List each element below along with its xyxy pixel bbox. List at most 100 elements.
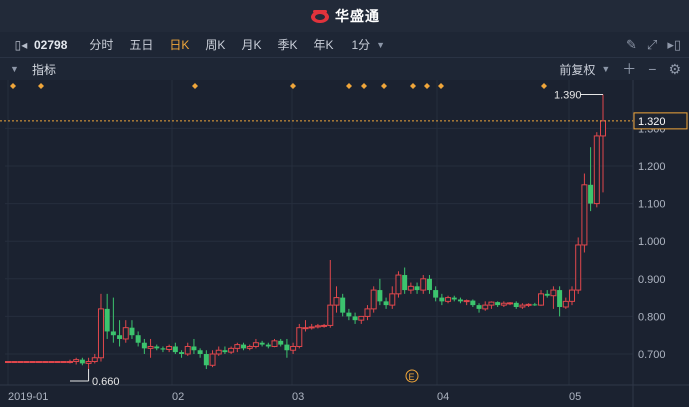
caret-down-icon[interactable]: ▼ bbox=[10, 64, 24, 74]
y-tick-label: 0.900 bbox=[638, 274, 666, 286]
candle-body bbox=[346, 312, 352, 317]
adjust-select[interactable]: 前复权 ▼ bbox=[559, 61, 610, 78]
chevron-down-icon: ▼ bbox=[376, 39, 386, 50]
candle-body bbox=[352, 316, 358, 321]
candle-body bbox=[147, 345, 154, 349]
interval-select[interactable]: 1分 ▼ bbox=[351, 36, 385, 53]
candle-body bbox=[463, 300, 470, 303]
candle-body bbox=[500, 302, 507, 306]
candle-body bbox=[600, 120, 606, 137]
candle-body bbox=[519, 304, 526, 308]
event-diamond-icon bbox=[10, 83, 16, 89]
stock-code: 02798 bbox=[34, 37, 68, 52]
event-diamond-icon bbox=[410, 83, 416, 89]
event-diamond-icon bbox=[346, 83, 352, 89]
tab-daily-k[interactable]: 日K bbox=[161, 36, 197, 53]
pencil-icon[interactable]: ✎ bbox=[626, 37, 637, 53]
candle-body bbox=[557, 290, 563, 307]
plus-icon[interactable]: ＋ bbox=[622, 59, 636, 79]
tab-intraday[interactable]: 分时 bbox=[81, 36, 121, 53]
gear-icon[interactable]: ⚙ bbox=[668, 61, 681, 78]
candle-body bbox=[284, 344, 290, 351]
collapse-left-icon[interactable]: ▯◂ bbox=[10, 32, 32, 58]
candle-body bbox=[407, 285, 414, 291]
x-tick-label: 04 bbox=[437, 391, 449, 403]
event-diamond-icon bbox=[361, 83, 367, 89]
y-tick-label: 1.100 bbox=[638, 199, 666, 211]
candle-body bbox=[513, 302, 519, 307]
candle-body bbox=[414, 286, 420, 291]
min-price-label: 0.660 bbox=[92, 376, 120, 388]
candle-body bbox=[476, 305, 482, 309]
candle-body bbox=[117, 335, 123, 339]
collapse-right-icon[interactable]: ▸▯ bbox=[667, 37, 681, 53]
candle-body bbox=[439, 297, 445, 302]
candle-body bbox=[97, 308, 104, 359]
event-diamond-icon bbox=[381, 83, 387, 89]
candle-body bbox=[569, 289, 576, 302]
candle-body bbox=[482, 304, 489, 310]
candle-body bbox=[302, 327, 309, 330]
candle-body bbox=[532, 304, 538, 306]
candle-body bbox=[308, 326, 315, 329]
interval-value: 1分 bbox=[351, 38, 371, 52]
candle-body bbox=[271, 340, 278, 347]
candle-body bbox=[296, 327, 303, 347]
candle-body bbox=[451, 297, 457, 300]
candle-body bbox=[470, 300, 476, 306]
candle-body bbox=[172, 346, 178, 353]
brand-name: 华盛通 bbox=[335, 8, 380, 24]
minus-icon[interactable]: − bbox=[648, 61, 656, 77]
tab-quarterly-k[interactable]: 季K bbox=[269, 36, 305, 53]
candle-body bbox=[166, 345, 173, 350]
candle-body bbox=[73, 359, 80, 363]
candle-body bbox=[327, 304, 334, 326]
chevron-down-icon: ▼ bbox=[601, 64, 611, 74]
candle-body bbox=[135, 335, 141, 343]
candle-body bbox=[246, 345, 253, 349]
candle-body bbox=[184, 345, 191, 355]
candle-body bbox=[54, 361, 61, 364]
candle-body bbox=[259, 342, 265, 345]
candle-body bbox=[364, 308, 371, 317]
candle-body bbox=[11, 361, 18, 364]
candle-body bbox=[42, 361, 49, 364]
candle-body bbox=[314, 325, 321, 328]
candle-body bbox=[48, 361, 55, 364]
indicator-label[interactable]: 指标 bbox=[32, 61, 56, 78]
candle-body bbox=[321, 324, 328, 327]
candle-body bbox=[160, 348, 166, 350]
candle-body bbox=[488, 301, 495, 306]
candle-body bbox=[122, 327, 129, 340]
brand: 华盛通 bbox=[309, 6, 380, 26]
x-tick-label: 05 bbox=[569, 391, 581, 403]
candle-body bbox=[389, 293, 396, 306]
y-tick-label: 1.200 bbox=[638, 161, 666, 173]
candle-body bbox=[395, 274, 402, 295]
tab-five-day[interactable]: 五日 bbox=[121, 36, 161, 53]
candle-body bbox=[445, 297, 452, 302]
candle-body bbox=[333, 297, 340, 306]
candle-body bbox=[377, 290, 383, 302]
brand-logo-icon bbox=[311, 10, 329, 23]
candle-body bbox=[79, 359, 85, 364]
candle-body bbox=[141, 342, 147, 349]
tab-weekly-k[interactable]: 周K bbox=[197, 36, 233, 53]
candle-body bbox=[457, 299, 463, 302]
expand-icon[interactable]: ⤢ bbox=[647, 37, 657, 53]
tab-monthly-k[interactable]: 月K bbox=[233, 36, 269, 53]
candle-body bbox=[179, 352, 185, 354]
x-tick-label: 03 bbox=[292, 391, 304, 403]
candle-body bbox=[110, 331, 116, 336]
candle-body bbox=[402, 275, 408, 291]
candlestick-chart[interactable]: 1.3001.2001.1001.0000.9000.8000.7002019-… bbox=[0, 80, 689, 407]
event-diamond-icon bbox=[541, 83, 547, 89]
candle-body bbox=[191, 346, 197, 351]
candle-body bbox=[507, 302, 514, 305]
tab-yearly-k[interactable]: 年K bbox=[305, 36, 341, 53]
candle-body bbox=[588, 184, 594, 204]
candle-body bbox=[575, 244, 582, 291]
candle-body bbox=[420, 278, 427, 291]
x-tick-label: 2019-01 bbox=[8, 391, 48, 403]
y-tick-label: 0.800 bbox=[638, 311, 666, 323]
